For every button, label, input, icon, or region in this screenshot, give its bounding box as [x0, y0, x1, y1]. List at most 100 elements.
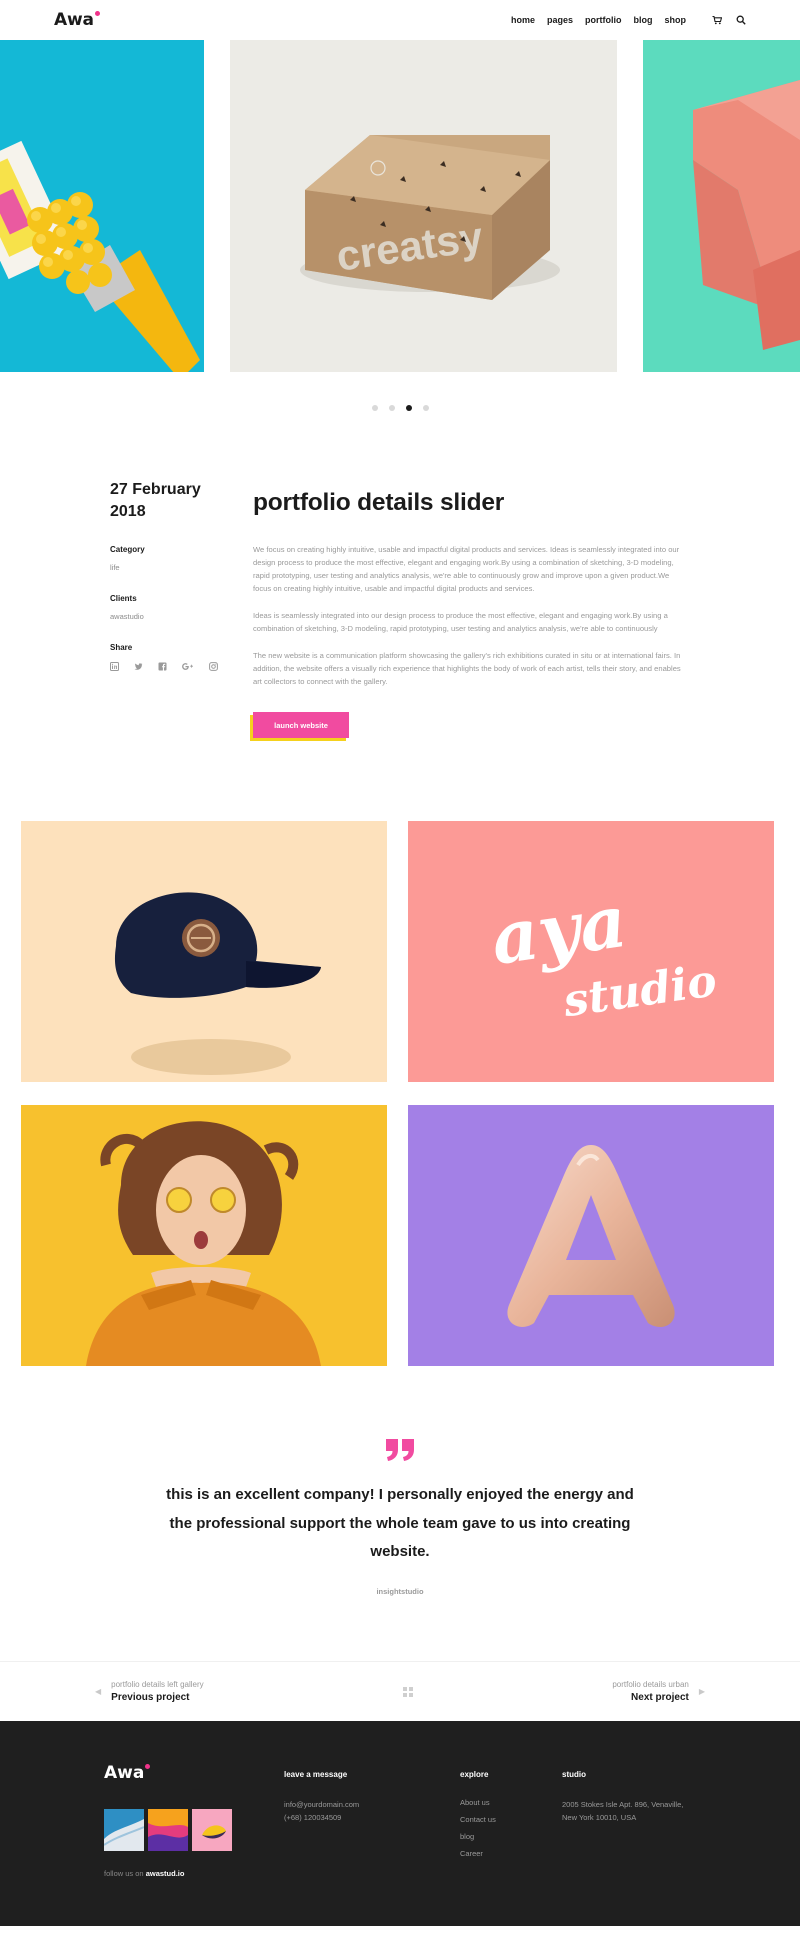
grid-icon[interactable] [403, 1686, 413, 1697]
nav-pages[interactable]: pages [547, 15, 573, 25]
footer-contact: info@yourdomain.com (+68) 120034509 [284, 1798, 460, 1824]
cap-image [114, 892, 321, 1075]
facebook-icon[interactable] [158, 662, 167, 671]
footer-logo-dot [145, 1764, 151, 1769]
linkedin-icon[interactable] [110, 662, 119, 671]
testimonial-quote: this is an excellent company! I personal… [166, 1486, 634, 1560]
gallery-item-aya-studio[interactable]: aya studio [408, 821, 774, 1082]
slider-dot-1[interactable] [371, 405, 378, 411]
footer-phone[interactable]: (+68) 120034509 [284, 1811, 460, 1824]
footer-follow-handle[interactable]: awastud.io [146, 1869, 185, 1878]
previous-project-link[interactable]: ◀ portfolio details left gallery Previou… [95, 1680, 204, 1703]
site-logo[interactable]: Awa [54, 10, 100, 30]
previous-project-name: portfolio details left gallery [111, 1680, 204, 1689]
nav-portfolio[interactable]: portfolio [585, 15, 622, 27]
next-project-label: Next project [631, 1692, 689, 1703]
slider-dot-4[interactable] [422, 405, 429, 411]
footer-follow-prefix: follow us on [104, 1869, 144, 1878]
footer-address-line2: New York 10010, USA [562, 1813, 637, 1822]
arrow-left-icon: ◀ [95, 1687, 102, 1696]
nav-blog[interactable]: blog [634, 15, 653, 25]
project-paragraph-3: The new website is a communication platf… [253, 651, 681, 686]
footer-follow: follow us on awastud.io [104, 1869, 284, 1878]
footer-studio: studio 2005 Stokes Isle Apt. 896, Venavi… [562, 1763, 712, 1926]
category-label: Category [110, 545, 145, 554]
share-label: Share [110, 643, 133, 652]
project-date-day: 27 February [110, 481, 201, 498]
site-header: Awa home pages portfolio blog shop [0, 0, 800, 40]
slide-paintbrush[interactable] [0, 40, 204, 372]
slide-creatsy-box[interactable]: creatsy [230, 40, 617, 372]
footer-brand: Awa follow us on awastud.io [104, 1763, 284, 1926]
footer-explore-title: explore [460, 1770, 489, 1779]
footer-thumb-1[interactable] [104, 1809, 144, 1851]
site-footer: Awa follow us on awastud.io leave a mess… [0, 1721, 800, 1926]
footer-link-blog[interactable]: blog [460, 1832, 562, 1841]
main-nav: home pages portfolio blog shop [511, 15, 746, 27]
category-value: life [110, 563, 120, 572]
project-meta: 27 February 2018 Category life Clients a… [110, 479, 253, 821]
footer-address-line1: 2005 Stokes Isle Apt. 896, Venaville, [562, 1800, 684, 1809]
slide-pink-box[interactable] [643, 40, 800, 372]
project-gallery: aya studio [0, 821, 800, 1366]
header-icons [712, 15, 746, 25]
project-paragraph-2: Ideas is seamlessly integrated into our … [253, 611, 668, 633]
project-title: portfolio details slider [253, 489, 505, 516]
footer-link-about[interactable]: About us [460, 1798, 562, 1807]
previous-project-label: Previous project [111, 1692, 190, 1703]
logo-dot [94, 11, 100, 16]
search-icon[interactable] [736, 15, 746, 25]
launch-website-button[interactable]: launch website [253, 712, 349, 738]
next-project-link[interactable]: portfolio details urban Next project ▶ [612, 1680, 705, 1703]
share-icons [110, 662, 253, 671]
footer-thumb-3[interactable] [192, 1809, 232, 1851]
project-details: 27 February 2018 Category life Clients a… [0, 411, 800, 821]
launch-button-wrap: launch website [250, 712, 349, 741]
slider-dot-3[interactable] [405, 405, 412, 411]
google-plus-icon[interactable] [182, 662, 194, 671]
project-date-year: 2018 [110, 503, 146, 520]
arrow-right-icon: ▶ [698, 1687, 705, 1696]
footer-message-title: leave a message [284, 1770, 348, 1779]
testimonial: this is an excellent company! I personal… [0, 1366, 800, 1661]
previous-project-text: portfolio details left gallery Previous … [111, 1680, 204, 1703]
pink-box-illustration [693, 80, 800, 350]
project-content: portfolio details slider We focus on cre… [250, 479, 683, 821]
instagram-icon[interactable] [209, 662, 218, 671]
footer-thumb-2[interactable] [148, 1809, 188, 1851]
footer-logo[interactable]: Awa [104, 1763, 151, 1783]
slider-dot-2[interactable] [388, 405, 395, 411]
nav-shop[interactable]: shop [665, 15, 687, 25]
footer-explore: explore About us Contact us blog Career [460, 1763, 562, 1926]
portfolio-slider[interactable]: creatsy [0, 40, 800, 372]
gallery-item-girl[interactable] [21, 1105, 387, 1366]
footer-message: leave a message info@yourdomain.com (+68… [284, 1763, 460, 1926]
footer-link-contact[interactable]: Contact us [460, 1815, 562, 1824]
balloon-a-image [507, 1145, 675, 1327]
footer-email[interactable]: info@yourdomain.com [284, 1798, 460, 1811]
gallery-item-balloon-a[interactable] [408, 1105, 774, 1366]
project-navigation: ◀ portfolio details left gallery Previou… [0, 1661, 800, 1721]
nav-home[interactable]: home [511, 15, 535, 25]
footer-logo-text: Awa [104, 1763, 145, 1783]
box-illustration: creatsy [300, 135, 560, 300]
footer-studio-title: studio [562, 1770, 586, 1779]
girl-portrait-image [86, 1121, 321, 1366]
site-logo-text: Awa [54, 10, 94, 30]
quote-icon [386, 1439, 414, 1461]
project-date: 27 February 2018 [110, 479, 253, 523]
aya-text: aya [486, 878, 632, 981]
cart-icon[interactable] [712, 15, 722, 25]
next-project-name: portfolio details urban [612, 1680, 689, 1689]
footer-address: 2005 Stokes Isle Apt. 896, Venaville, Ne… [562, 1798, 712, 1824]
footer-instagram-thumbs [104, 1809, 284, 1851]
next-project-text: portfolio details urban Next project [612, 1680, 689, 1703]
footer-link-career[interactable]: Career [460, 1849, 562, 1858]
paintbrush-illustration [0, 140, 200, 372]
project-paragraph-1: We focus on creating highly intuitive, u… [253, 545, 680, 593]
twitter-icon[interactable] [134, 662, 143, 671]
aya-studio-image: aya studio [486, 878, 720, 1027]
footer-explore-links: About us Contact us blog Career [460, 1798, 562, 1858]
gallery-item-cap[interactable] [21, 821, 387, 1082]
clients-label: Clients [110, 594, 137, 603]
